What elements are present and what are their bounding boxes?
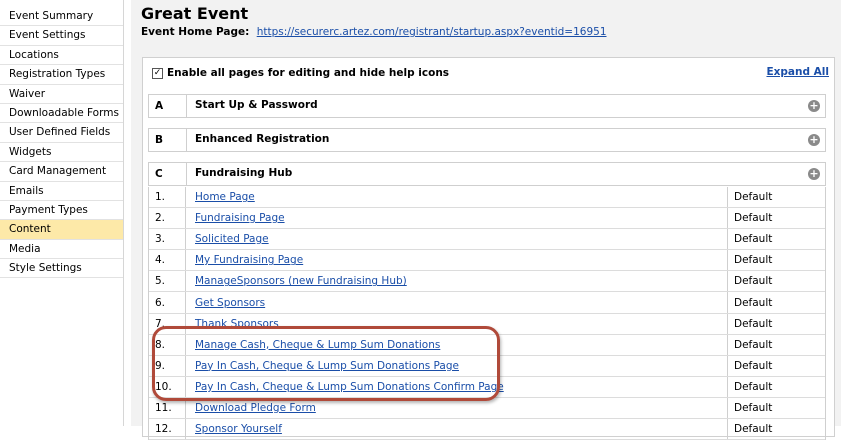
table-row: 4. My Fundraising Page Default	[149, 250, 825, 272]
expand-plus-icon[interactable]: +	[808, 100, 820, 112]
main-content: Great Event Event Home Page: https://sec…	[131, 0, 841, 440]
table-row: 8. Manage Cash, Cheque & Lump Sum Donatio…	[149, 334, 825, 356]
section-title: Fundraising Hub	[195, 167, 293, 179]
table-row: 2. Fundraising Page Default	[149, 208, 825, 230]
table-row: 12. Sponsor Yourself Default	[149, 419, 825, 440]
table-row: 9. Pay In Cash, Cheque & Lump Sum Donatio…	[149, 355, 825, 377]
expand-plus-icon[interactable]: +	[808, 134, 820, 146]
sidebar-item-event-summary[interactable]: Event Summary	[0, 7, 123, 27]
page-link-manage-cash-donations[interactable]: Manage Cash, Cheque & Lump Sum Donations	[195, 339, 440, 351]
page-link-my-fundraising-page[interactable]: My Fundraising Page	[195, 254, 303, 266]
page-link-fundraising-page[interactable]: Fundraising Page	[195, 212, 285, 224]
sidebar-item-registration-types[interactable]: Registration Types	[0, 65, 123, 85]
sidebar-nav: Event Summary Event Settings Locations R…	[0, 0, 124, 426]
sidebar-item-media[interactable]: Media	[0, 240, 123, 260]
enable-pages-checkbox[interactable]: ✓	[152, 67, 163, 79]
section-start-up-password[interactable]: A Start Up & Password +	[148, 94, 826, 118]
fundraising-hub-page-list: 1. Home Page Default 2. Fundraising Page Def…	[148, 187, 826, 440]
page-link-pay-in-cash-confirm[interactable]: Pay In Cash, Cheque & Lump Sum Donations…	[195, 381, 504, 393]
table-row: 7. Thank Sponsors Default	[149, 313, 825, 335]
page-link-solicited-page[interactable]: Solicited Page	[195, 233, 269, 245]
content-panel: ✓ Enable all pages for editing and hide …	[142, 57, 835, 440]
page-link-manage-sponsors[interactable]: ManageSponsors (new Fundraising Hub)	[195, 275, 407, 287]
page-link-download-pledge-form[interactable]: Download Pledge Form	[195, 402, 316, 414]
table-row: 1. Home Page Default	[149, 187, 825, 209]
page-title: Great Event	[141, 4, 249, 23]
section-letter: B	[155, 134, 164, 146]
event-home-page-link[interactable]: https://securerc.artez.com/registrant/st…	[257, 26, 607, 38]
sidebar-item-downloadable-forms[interactable]: Downloadable Forms	[0, 104, 123, 124]
enable-pages-row: ✓ Enable all pages for editing and hide …	[152, 67, 449, 79]
expand-plus-icon[interactable]: +	[808, 168, 820, 180]
event-home-page-row: Event Home Page: https://securerc.artez.…	[141, 26, 607, 38]
table-row: 3. Solicited Page Default	[149, 229, 825, 251]
page-link-home-page[interactable]: Home Page	[195, 191, 255, 203]
sidebar-item-content[interactable]: Content	[0, 220, 123, 240]
sidebar-item-locations[interactable]: Locations	[0, 46, 123, 66]
sidebar-item-payment-types[interactable]: Payment Types	[0, 201, 123, 221]
section-letter: C	[155, 168, 163, 180]
section-title: Enhanced Registration	[195, 133, 330, 145]
sidebar-item-card-management[interactable]: Card Management	[0, 162, 123, 182]
sidebar-item-user-defined-fields[interactable]: User Defined Fields	[0, 123, 123, 143]
sidebar-item-emails[interactable]: Emails	[0, 182, 123, 201]
page-link-pay-in-cash-donations[interactable]: Pay In Cash, Cheque & Lump Sum Donations…	[195, 360, 459, 372]
page-link-sponsor-yourself[interactable]: Sponsor Yourself	[195, 423, 282, 435]
table-row: 10. Pay In Cash, Cheque & Lump Sum Donati…	[149, 376, 825, 398]
section-fundraising-hub[interactable]: C Fundraising Hub +	[148, 162, 826, 186]
table-row: 5. ManageSponsors (new Fundraising Hub) De…	[149, 271, 825, 293]
table-row: 6. Get Sponsors Default	[149, 292, 825, 314]
section-letter: A	[155, 100, 164, 112]
sidebar-item-widgets[interactable]: Widgets	[0, 143, 123, 163]
page-link-get-sponsors[interactable]: Get Sponsors	[195, 297, 265, 309]
section-title: Start Up & Password	[195, 99, 318, 111]
section-enhanced-registration[interactable]: B Enhanced Registration +	[148, 128, 826, 152]
expand-all-link[interactable]: Expand All	[766, 66, 829, 78]
table-row: 11. Download Pledge Form Default	[149, 397, 825, 420]
event-home-page-label: Event Home Page:	[141, 26, 250, 38]
sidebar-item-style-settings[interactable]: Style Settings	[0, 259, 123, 279]
enable-pages-label: Enable all pages for editing and hide he…	[167, 67, 450, 79]
sidebar-item-waiver[interactable]: Waiver	[0, 85, 123, 104]
page-link-thank-sponsors[interactable]: Thank Sponsors	[195, 318, 279, 330]
sidebar-item-event-settings[interactable]: Event Settings	[0, 26, 123, 46]
